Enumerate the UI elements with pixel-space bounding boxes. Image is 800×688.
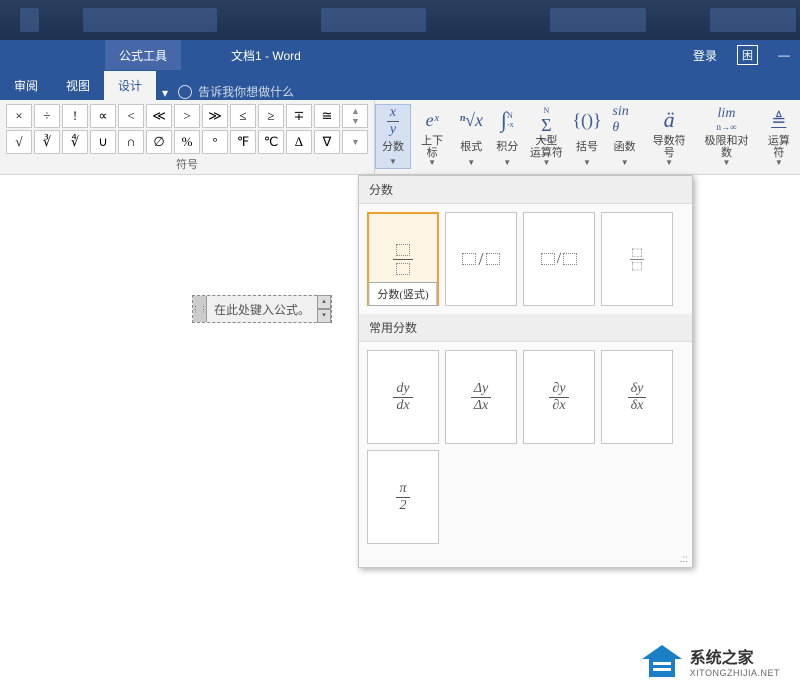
equation-move-handle[interactable]: ⋮⋮ [193, 296, 207, 322]
symbol-button[interactable]: ∜ [62, 130, 88, 154]
large-operator-button[interactable]: NΣi=0 大型 运算符 ▼ [525, 104, 567, 169]
symbol-button[interactable]: ∓ [286, 104, 312, 128]
login-button[interactable]: 登录 [693, 47, 717, 64]
symbol-button[interactable]: % [174, 130, 200, 154]
structures-group: xy 分数 ▼ eˣ 上下标 ▼ ⁿ√x 根式 ▼ ∫N-x 积分 ▼ NΣi=… [375, 100, 800, 174]
symbols-group: ×÷!∝<≪>≫≤≥∓≅▲▼ √∛∜∪∩∅%°℉℃∆∇▼ 符号 [0, 100, 375, 174]
equation-placeholder[interactable]: ⋮⋮ 在此处键入公式。 ▴ ▾ [192, 295, 332, 323]
symbol-button[interactable]: ∇ [314, 130, 340, 154]
symbol-button[interactable]: ℃ [258, 130, 284, 154]
tab-design[interactable]: 设计 [104, 71, 156, 100]
fraction-skewed[interactable]: / [445, 212, 517, 306]
symbol-button[interactable]: ∝ [90, 104, 116, 128]
equation-tools-tab[interactable]: 公式工具 [105, 40, 181, 70]
ribbon: ×÷!∝<≪>≫≤≥∓≅▲▼ √∛∜∪∩∅%°℉℃∆∇▼ 符号 xy 分数 ▼ … [0, 100, 800, 175]
fraction-linear[interactable]: / [523, 212, 595, 306]
fraction-pi-over-2[interactable]: π2 [367, 450, 439, 544]
symbols-label: 符号 [6, 156, 368, 172]
limit-button[interactable]: limn→∞ 极限和对数 ▼ [695, 104, 757, 169]
symbol-button[interactable]: √ [6, 130, 32, 154]
resize-grip-icon[interactable]: .:: [359, 552, 692, 567]
symbol-grid-expand[interactable]: ▲▼ [342, 104, 368, 128]
symbol-button[interactable]: > [174, 104, 200, 128]
document-title: 文档1 - Word [231, 47, 301, 64]
bracket-button[interactable]: {()} 括号 ▼ [568, 104, 607, 169]
function-button[interactable]: sin θ 函数 ▼ [606, 104, 643, 169]
symbol-button[interactable]: ≥ [258, 104, 284, 128]
symbol-button[interactable]: × [6, 104, 32, 128]
minimize-icon[interactable]: — [778, 48, 790, 62]
ribbon-tabs: 审阅 视图 设计 ▾ 告诉我你想做什么 [0, 70, 800, 100]
chevron-down-icon: ▼ [389, 157, 397, 166]
fraction-delta-y-delta-x[interactable]: ΔyΔx [445, 350, 517, 444]
symbol-button[interactable]: < [118, 104, 144, 128]
symbol-button[interactable]: ∪ [90, 130, 116, 154]
symbol-button[interactable]: ≅ [314, 104, 340, 128]
tooltip: 分数(竖式) [368, 282, 437, 306]
symbol-button[interactable]: ÷ [34, 104, 60, 128]
fraction-dydx[interactable]: dydx [367, 350, 439, 444]
watermark-logo-icon [642, 645, 682, 677]
operator-button[interactable]: ≜ 运算符 ▼ [758, 104, 800, 169]
symbol-button[interactable]: ≪ [146, 104, 172, 128]
fraction-small[interactable] [601, 212, 673, 306]
integral-button[interactable]: ∫N-x 积分 ▼ [489, 104, 525, 169]
symbol-button[interactable]: ! [62, 104, 88, 128]
fraction-stacked[interactable]: 分数(竖式) [367, 212, 439, 306]
equation-options-up[interactable]: ▴ [317, 295, 331, 309]
bulb-icon [178, 85, 192, 99]
symbol-button[interactable]: ° [202, 130, 228, 154]
fraction-small-delta-y-x[interactable]: δyδx [601, 350, 673, 444]
symbol-button[interactable]: ∛ [34, 130, 60, 154]
script-button[interactable]: eˣ 上下标 ▼ [411, 104, 453, 169]
tell-me-search[interactable]: 告诉我你想做什么 [168, 83, 304, 100]
symbol-button[interactable]: ≤ [230, 104, 256, 128]
fraction-partial-y-x[interactable]: ∂y∂x [523, 350, 595, 444]
dropdown-section-common: 常用分数 [359, 314, 692, 342]
symbol-button[interactable]: ∅ [146, 130, 172, 154]
symbol-button[interactable]: ∆ [286, 130, 312, 154]
symbol-button[interactable]: ℉ [230, 130, 256, 154]
symbol-grid-more[interactable]: ▼ [342, 130, 368, 154]
watermark: 系统之家 XITONGZHIJIA.NET [642, 644, 780, 678]
dropdown-section-fractions: 分数 [359, 176, 692, 204]
os-titlebar [0, 0, 800, 40]
accent-button[interactable]: ä 导数符号 ▼ [643, 104, 695, 169]
symbol-button[interactable]: ≫ [202, 104, 228, 128]
tab-view[interactable]: 视图 [52, 71, 104, 100]
app-header: 公式工具 文档1 - Word 登录 困 — [0, 40, 800, 70]
radical-button[interactable]: ⁿ√x 根式 ▼ [453, 104, 489, 169]
fraction-button[interactable]: xy 分数 ▼ [375, 104, 411, 169]
tab-review[interactable]: 审阅 [0, 71, 52, 100]
fraction-dropdown: 分数 分数(竖式) / / 常用分数 dydx ΔyΔx ∂y∂x δyδx π… [358, 175, 693, 568]
equation-options-down[interactable]: ▾ [317, 309, 331, 323]
symbol-button[interactable]: ∩ [118, 130, 144, 154]
ribbon-display-icon[interactable]: 困 [737, 45, 758, 65]
